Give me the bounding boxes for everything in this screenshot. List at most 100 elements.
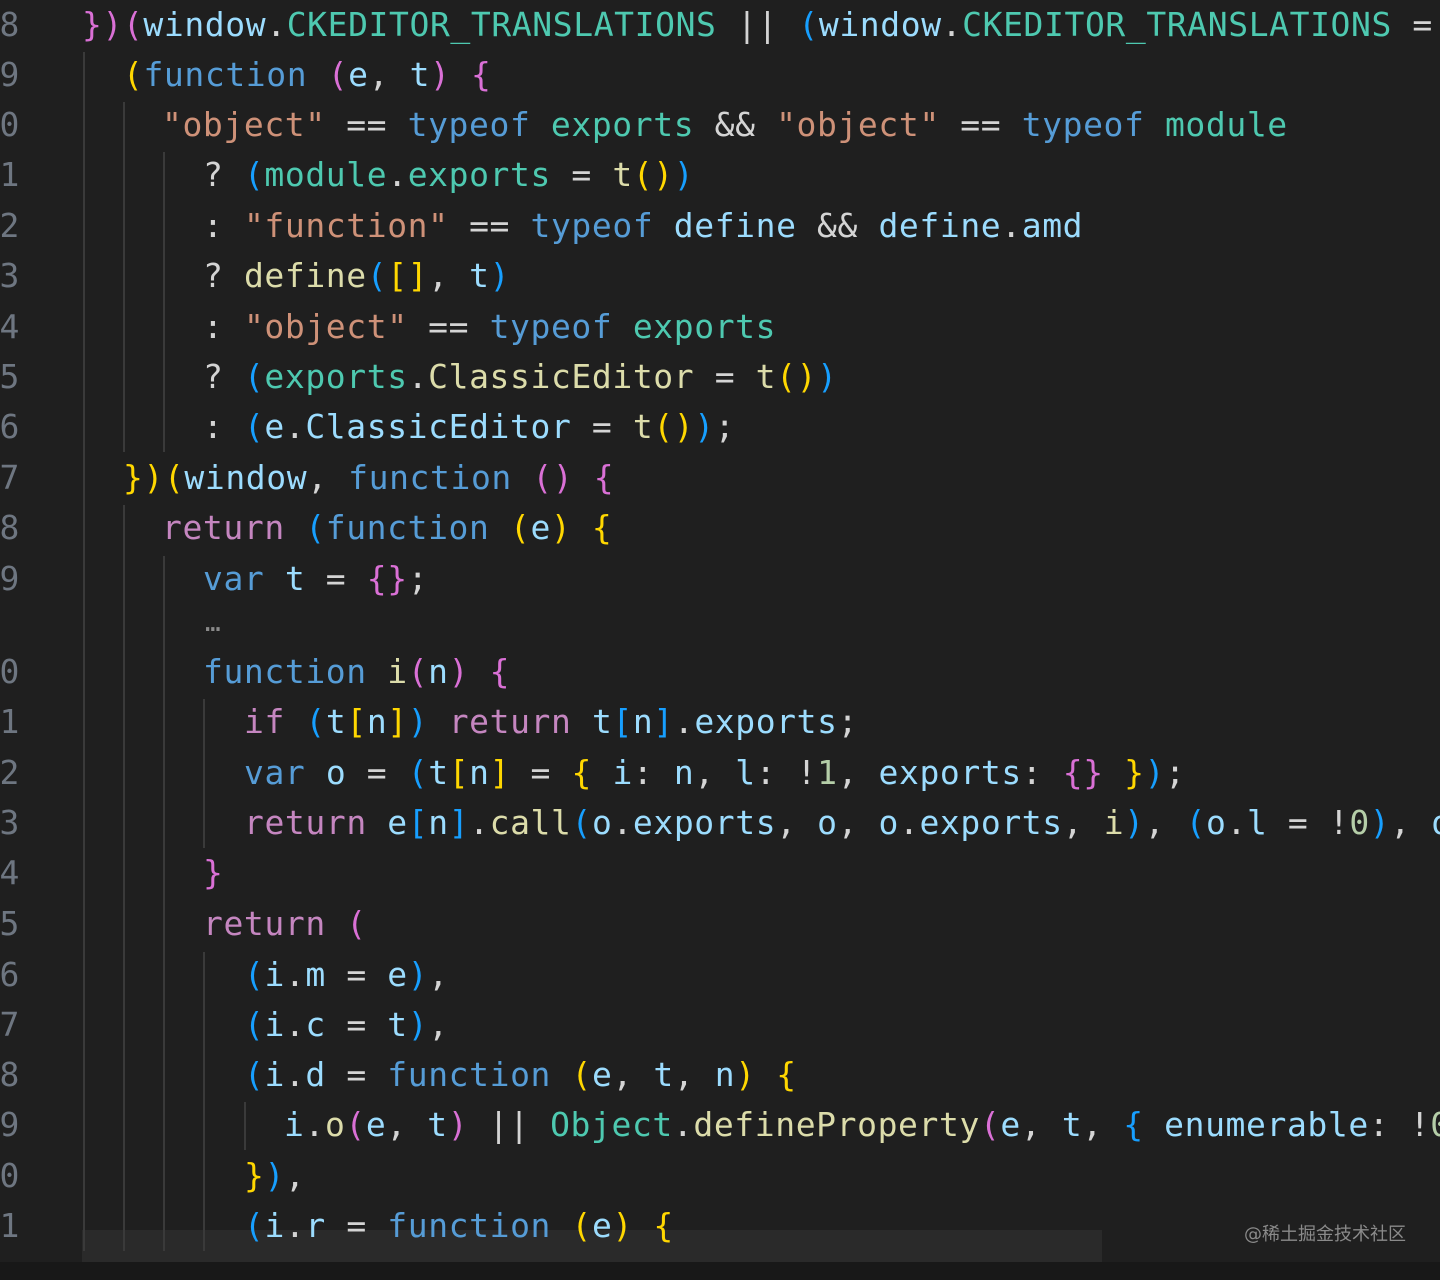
code-line[interactable]: 5? (exports.ClassicEditor = t()) <box>0 352 1440 402</box>
code-line[interactable]: 0 function i(n) { <box>0 647 1440 697</box>
code-token: e <box>387 955 408 994</box>
code-line[interactable]: 9 i.o(e, t) || Object.defineProperty(e, t… <box>0 1100 1440 1150</box>
code-line[interactable]: 2: "function" == typeof define && define… <box>0 201 1440 251</box>
code-token: ( <box>244 1055 265 1094</box>
code-token: ) <box>1369 803 1391 842</box>
line-code: })(window.CKEDITOR_TRANSLATIONS || (wind… <box>82 0 1440 50</box>
code-token: e <box>365 1105 387 1144</box>
code-token: i <box>387 652 408 691</box>
code-token: () <box>776 357 818 396</box>
line-number: 0 <box>0 652 20 691</box>
code-token: CKEDITOR_TRANSLATIONS <box>286 5 717 44</box>
code-line[interactable]: 6: (e.ClassicEditor = t()); <box>0 402 1440 452</box>
code-token: ( <box>305 508 326 547</box>
code-token: o <box>817 803 838 842</box>
line-number: 3 <box>0 803 20 842</box>
code-line[interactable]: 6 (i.m = e), <box>0 950 1440 1000</box>
code-line[interactable]: 0 "object" == typeof exports && "object" … <box>0 100 1440 150</box>
code-token: : <box>203 407 244 446</box>
code-line[interactable]: 8 return (function (e) { <box>0 503 1440 553</box>
code-token: "object" <box>776 105 940 144</box>
code-line[interactable]: 1 (i.r = function (e) { <box>0 1201 1440 1251</box>
code-line[interactable]: 7})(window, function () { <box>0 453 1440 503</box>
code-line[interactable]: 3? define([], t) <box>0 251 1440 301</box>
code-token: c <box>305 1005 326 1044</box>
code-token: || <box>716 5 799 44</box>
code-token: [ <box>346 702 367 741</box>
code-token: typeof <box>489 307 613 346</box>
code-line[interactable]: 9 (function (e, t) { <box>0 50 1440 100</box>
code-token: , <box>284 1156 306 1195</box>
code-token: i <box>612 753 633 792</box>
code-line[interactable]: 0}), <box>0 1151 1440 1201</box>
code-token: ( <box>345 1105 366 1144</box>
code-token: . <box>284 407 306 446</box>
code-token: : <box>632 753 674 792</box>
code-token: define <box>878 206 1002 245</box>
code-token: : <box>203 307 244 346</box>
code-token: . <box>407 357 429 396</box>
line-number: 9 <box>0 55 20 94</box>
code-token: . <box>284 1005 306 1044</box>
code-token: var <box>244 753 306 792</box>
code-line[interactable]: 9 var t = {}; <box>0 554 1440 604</box>
code-token: ( <box>1185 803 1207 842</box>
code-token: 0 <box>1430 1105 1440 1144</box>
code-token: == <box>939 105 1022 144</box>
code-token: i <box>264 1206 285 1245</box>
code-token: ( <box>509 508 531 547</box>
line-code: : "function" == typeof define && define.… <box>203 201 1083 251</box>
code-token: l <box>735 753 756 792</box>
code-line[interactable]: 3 return e[n].call(o.exports, o, o.export… <box>0 798 1440 848</box>
code-token: t <box>325 702 347 741</box>
code-token: ) <box>694 407 715 446</box>
code-token: = <box>346 753 408 792</box>
code-token: , <box>837 803 879 842</box>
code-line[interactable]: 5 return ( <box>0 899 1440 949</box>
code-line[interactable]: 2 var o = (t[n] = { i: n, l: !1, exports:… <box>0 748 1440 798</box>
line-number: 1 <box>0 1206 20 1245</box>
horizontal-scrollbar[interactable] <box>0 1262 1440 1280</box>
line-code: var o = (t[n] = { i: n, l: !1, exports: … <box>244 748 1186 798</box>
code-token: , <box>368 55 410 94</box>
code-token: . <box>672 1105 694 1144</box>
line-code: }), <box>244 1151 305 1201</box>
code-token: ( <box>243 357 265 396</box>
code-token: . <box>469 803 490 842</box>
code-token: n <box>366 702 388 741</box>
line-code: return e[n].call(o.exports, o, o.exports… <box>244 798 1440 848</box>
code-line[interactable]: 7 (i.c = t), <box>0 1000 1440 1050</box>
code-line[interactable]: 8 (i.d = function (e, t, n) { <box>0 1050 1440 1100</box>
code-line[interactable]: 4} <box>0 848 1440 898</box>
line-number: 5 <box>0 904 20 943</box>
code-token: , <box>1144 803 1186 842</box>
line-number: 2 <box>0 753 20 792</box>
code-editor[interactable]: 8})(window.CKEDITOR_TRANSLATIONS || (win… <box>0 0 1440 1280</box>
code-line[interactable]: 4: "object" == typeof exports <box>0 302 1440 352</box>
code-token: == <box>325 105 408 144</box>
code-token: ) <box>407 702 429 741</box>
code-token: var <box>203 559 265 598</box>
code-line[interactable]: 1 if (t[n]) return t[n].exports; <box>0 697 1440 747</box>
code-token: if <box>244 702 285 741</box>
code-token: ( <box>244 955 265 994</box>
code-token: Object <box>550 1105 673 1144</box>
code-token: ] <box>653 702 674 741</box>
code-token: { <box>653 1206 674 1245</box>
code-token: ; <box>407 559 429 598</box>
code-token: t <box>428 753 449 792</box>
code-line[interactable]: 1? (module.exports = t()) <box>0 150 1440 200</box>
folded-region-marker[interactable]: … <box>205 603 221 643</box>
line-code: : "object" == typeof exports <box>203 302 776 352</box>
code-token: function <box>325 508 490 547</box>
code-token: return <box>448 702 572 741</box>
code-line[interactable]: 8})(window.CKEDITOR_TRANSLATIONS || (win… <box>0 0 1440 50</box>
code-token: , <box>673 1055 715 1094</box>
code-token: e <box>264 407 285 446</box>
line-code: function i(n) { <box>203 647 510 697</box>
code-token: d <box>305 1055 326 1094</box>
